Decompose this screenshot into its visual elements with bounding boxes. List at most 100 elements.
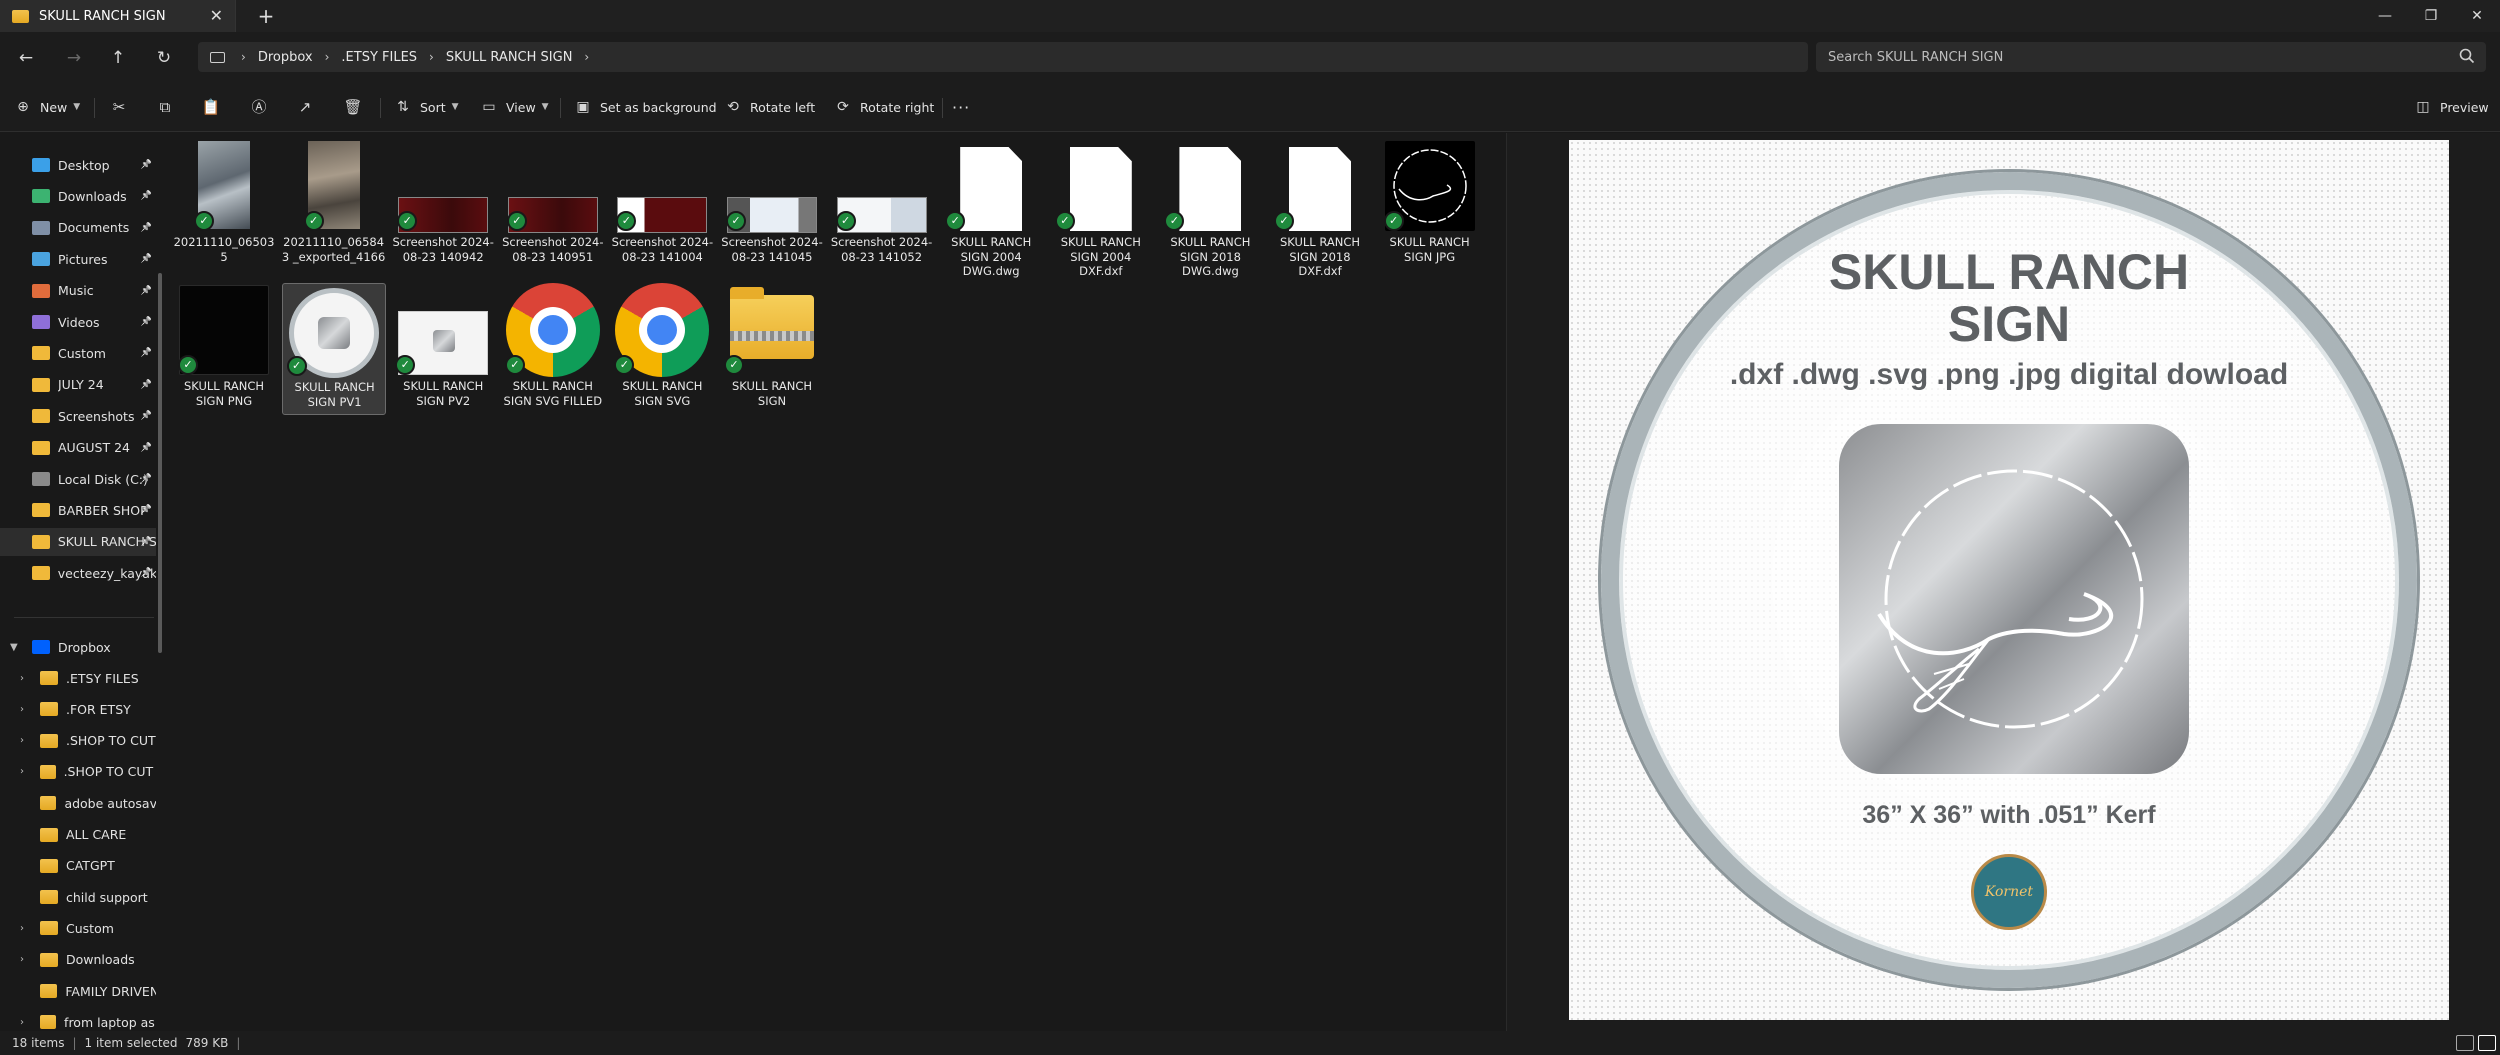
new-button[interactable]: ⊕ New ▼ [14,94,80,120]
file-item[interactable]: ✓ SKULL RANCH SIGN PNG [172,283,276,415]
file-item[interactable]: ✓ SKULL RANCH SIGN [720,283,824,415]
file-item[interactable]: ✓ SKULL RANCH SIGN 2004 DXF.dxf [1049,139,1153,278]
file-item[interactable]: ✓ Screenshot 2024-08-23 140951 [501,139,605,271]
chevron-right-icon[interactable]: › [20,766,24,777]
file-item[interactable]: ✓ 20211110_065843 _exported_4166 [282,139,386,271]
more-options-button[interactable]: ··· [952,94,970,120]
sidebar-item-adobe-autosave[interactable]: adobe autosave [0,789,156,817]
explorer-tab[interactable]: SKULL RANCH SIGN ✕ [0,0,236,32]
cut-icon[interactable]: ✂ [106,94,132,120]
breadcrumb-dropbox[interactable]: Dropbox [258,50,313,65]
sidebar-item--etsy-files[interactable]: › .ETSY FILES [0,664,156,692]
sidebar-item-vecteezy-kayak[interactable]: vecteezy_kayak 📌 [0,559,156,587]
rotate-right-button[interactable]: ⟳ Rotate right [834,94,934,120]
breadcrumb-separator[interactable]: › [429,50,434,64]
share-icon[interactable]: ↗ [292,94,318,120]
refresh-button[interactable]: ↻ [150,44,178,72]
sidebar-scrollbar[interactable] [158,273,162,653]
chevron-right-icon[interactable]: › [20,704,24,715]
delete-icon[interactable]: 🗑 [340,94,366,120]
file-item[interactable]: ✓ Screenshot 2024-08-23 140942 [391,139,495,271]
sidebar-item-skull-ranch-s[interactable]: SKULL RANCH S 📌 [0,527,156,556]
chevron-down-icon[interactable]: ▼ [10,642,18,653]
sidebar-item-local-disk-c-[interactable]: Local Disk (C:) 📌 [0,465,156,493]
file-item[interactable]: ✓ SKULL RANCH SIGN PV2 [391,283,495,415]
up-button[interactable]: ↑ [104,44,132,72]
file-item[interactable]: ✓ SKULL RANCH SIGN JPG [1378,139,1482,271]
breadcrumb-separator[interactable]: › [584,50,589,64]
pin-icon: 📌 [140,348,152,359]
chevron-right-icon[interactable]: › [20,1017,24,1028]
breadcrumb-skull-ranch-sign[interactable]: SKULL RANCH SIGN [446,50,573,65]
tab-close-button[interactable]: ✕ [210,6,223,25]
paste-icon[interactable]: 📋 [198,94,224,120]
sidebar-item-child-support[interactable]: child support [0,883,156,911]
close-window-button[interactable]: ✕ [2454,2,2500,30]
chevron-right-icon[interactable]: › [20,673,24,684]
sidebar-item-screenshots[interactable]: Screenshots 📌 [0,402,156,430]
sidebar-item--for-etsy[interactable]: › .FOR ETSY [0,695,156,723]
copy-icon[interactable]: ⧉ [152,94,178,120]
sidebar-item-label: from laptop as it [64,1014,156,1030]
sidebar-item-downloads[interactable]: › Downloads [0,946,156,974]
details-view-icon[interactable] [2456,1035,2474,1051]
breadcrumb-separator[interactable]: › [325,50,330,64]
selection-size: 789 KB [185,1036,229,1050]
sidebar-item-all-care[interactable]: ALL CARE [0,821,156,849]
forward-button[interactable]: → [60,44,88,72]
file-item[interactable]: ✓ Screenshot 2024-08-23 141004 [610,139,714,271]
rotate-left-button[interactable]: ⟲ Rotate left [724,94,815,120]
sidebar-item-label: Downloads [58,188,127,204]
sidebar-item-august-24[interactable]: AUGUST 24 📌 [0,434,156,462]
file-item[interactable]: ✓ SKULL RANCH SIGN SVG [610,283,714,415]
chevron-right-icon[interactable]: › [20,923,24,934]
back-button[interactable]: ← [12,44,40,72]
chevron-right-icon[interactable]: › [20,954,24,965]
sidebar-item-custom[interactable]: › Custom [0,914,156,942]
new-tab-button[interactable]: + [254,4,278,28]
sidebar-item-documents[interactable]: Documents 📌 [0,214,156,242]
folder-icon [40,921,58,936]
sidebar-item--shop-to-cut[interactable]: › .SHOP TO CUT [0,727,156,755]
sidebar-item-dropbox[interactable]: ▼ Dropbox [0,633,156,661]
skull-barbed-wire-icon [1877,469,2144,729]
sort-button[interactable]: ⇅ Sort ▼ [394,94,458,120]
sidebar-item--shop-to-cut-[interactable]: › .SHOP TO CUT - ( [0,758,156,786]
sidebar-item-family-driven[interactable]: FAMILY DRIVEN [0,977,156,1005]
sidebar-item-custom[interactable]: Custom 📌 [0,339,156,367]
maximize-button[interactable]: ❐ [2408,2,2454,30]
sidebar-item-barber-shop[interactable]: BARBER SHOP 📌 [0,496,156,524]
sort-label: Sort [420,99,446,115]
sidebar-item-pictures[interactable]: Pictures 📌 [0,245,156,273]
file-item[interactable]: ✓ SKULL RANCH SIGN 2004 DWG.dwg [939,139,1043,278]
sidebar-item-july-24[interactable]: JULY 24 📌 [0,371,156,399]
file-item[interactable]: ✓ 20211110_065035 [172,139,276,271]
breadcrumb-etsy-files[interactable]: .ETSY FILES [341,50,417,65]
folder-icon [32,440,50,455]
search-input[interactable]: Search SKULL RANCH SIGN [1816,42,2486,72]
file-item[interactable]: ✓ SKULL RANCH SIGN 2018 DWG.dwg [1158,139,1262,278]
file-item[interactable]: ✓ SKULL RANCH SIGN SVG FILLED [501,283,605,415]
file-item[interactable]: ✓ SKULL RANCH SIGN 2018 DXF.dxf [1268,139,1372,278]
sidebar-item-music[interactable]: Music 📌 [0,277,156,305]
view-button[interactable]: ▭ View ▼ [480,94,548,120]
preview-pane-icon: ◫ [2416,99,2430,115]
sidebar-item-desktop[interactable]: Desktop 📌 [0,151,156,179]
file-item[interactable]: ✓ Screenshot 2024-08-23 141045 [720,139,824,271]
sidebar-item-catgpt[interactable]: CATGPT [0,852,156,880]
rename-icon[interactable]: Ⓐ [246,94,272,120]
search-icon [2458,47,2476,69]
navigation-pane: Desktop 📌 Downloads 📌 Documents 📌 Pictures 📌 Mus… [0,133,168,1031]
sidebar-item-from-laptop-as-it[interactable]: › from laptop as it [0,1008,156,1031]
chevron-right-icon[interactable]: › [20,735,24,746]
set-as-background-button[interactable]: ▣ Set as background [574,94,716,120]
preview-pane-button[interactable]: ◫ Preview [2414,94,2488,120]
sidebar-item-videos[interactable]: Videos 📌 [0,308,156,336]
address-row: ← → ↑ ↻ › Dropbox › .ETSY FILES › SKULL … [0,32,2500,82]
sidebar-item-downloads[interactable]: Downloads 📌 [0,182,156,210]
address-bar[interactable]: › Dropbox › .ETSY FILES › SKULL RANCH SI… [198,42,1808,72]
large-icons-view-icon[interactable] [2478,1035,2496,1051]
minimize-button[interactable]: — [2362,2,2408,30]
file-item[interactable]: ✓ SKULL RANCH SIGN PV1 [281,283,386,415]
file-item[interactable]: ✓ Screenshot 2024-08-23 141052 [830,139,934,271]
